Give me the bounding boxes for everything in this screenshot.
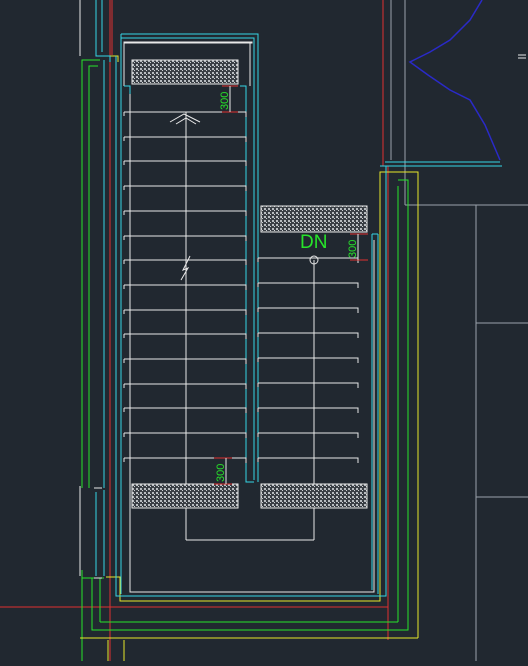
- left-tread: [124, 407, 247, 413]
- left-flight-treads: [123, 111, 247, 463]
- stair-plan-drawing[interactable]: DN 300 300 300: [0, 0, 528, 661]
- right-tread: [258, 382, 359, 388]
- dimension-label-bottom-left: 300: [215, 464, 227, 482]
- right-tread: [258, 432, 359, 438]
- right-tread: [258, 357, 359, 363]
- cad-canvas[interactable]: DN 300 300 300: [0, 0, 528, 661]
- hatched-landings: [131, 59, 368, 509]
- hatch-top-left: [131, 59, 239, 85]
- right-tread: [258, 332, 359, 338]
- down-direction-label: DN: [300, 232, 327, 253]
- left-tread: [124, 309, 247, 315]
- adjacent-room-outlines: [390, 0, 528, 661]
- dimension-label-right: 300: [347, 240, 359, 258]
- door-swing-arc: [408, 0, 501, 161]
- left-tread: [124, 185, 247, 191]
- right-flight-treads: [257, 257, 359, 463]
- door-leaf-marker: [518, 54, 526, 59]
- left-tread: [124, 160, 247, 166]
- red-axis-lines: [0, 0, 389, 661]
- left-tread: [124, 259, 247, 265]
- left-tread: [124, 333, 247, 339]
- hatch-right-upper: [260, 205, 368, 233]
- walk-line: [169, 112, 319, 541]
- left-tread: [124, 358, 247, 364]
- right-tread: [258, 307, 359, 313]
- right-tread: [258, 282, 359, 288]
- left-tread: [124, 284, 247, 290]
- right-tread: [258, 257, 359, 263]
- left-tread: [124, 383, 247, 389]
- right-tread: [258, 407, 359, 413]
- hatch-bottom-left: [131, 483, 239, 509]
- hatch-bottom-right: [260, 483, 368, 509]
- dimension-label-top-left: 300: [219, 92, 231, 110]
- left-tread: [124, 457, 247, 463]
- left-tread: [124, 432, 247, 438]
- left-tread: [124, 235, 247, 241]
- right-tread: [258, 457, 359, 463]
- left-tread: [124, 136, 247, 142]
- left-tread: [124, 210, 247, 216]
- green-wall-lines: [81, 59, 409, 661]
